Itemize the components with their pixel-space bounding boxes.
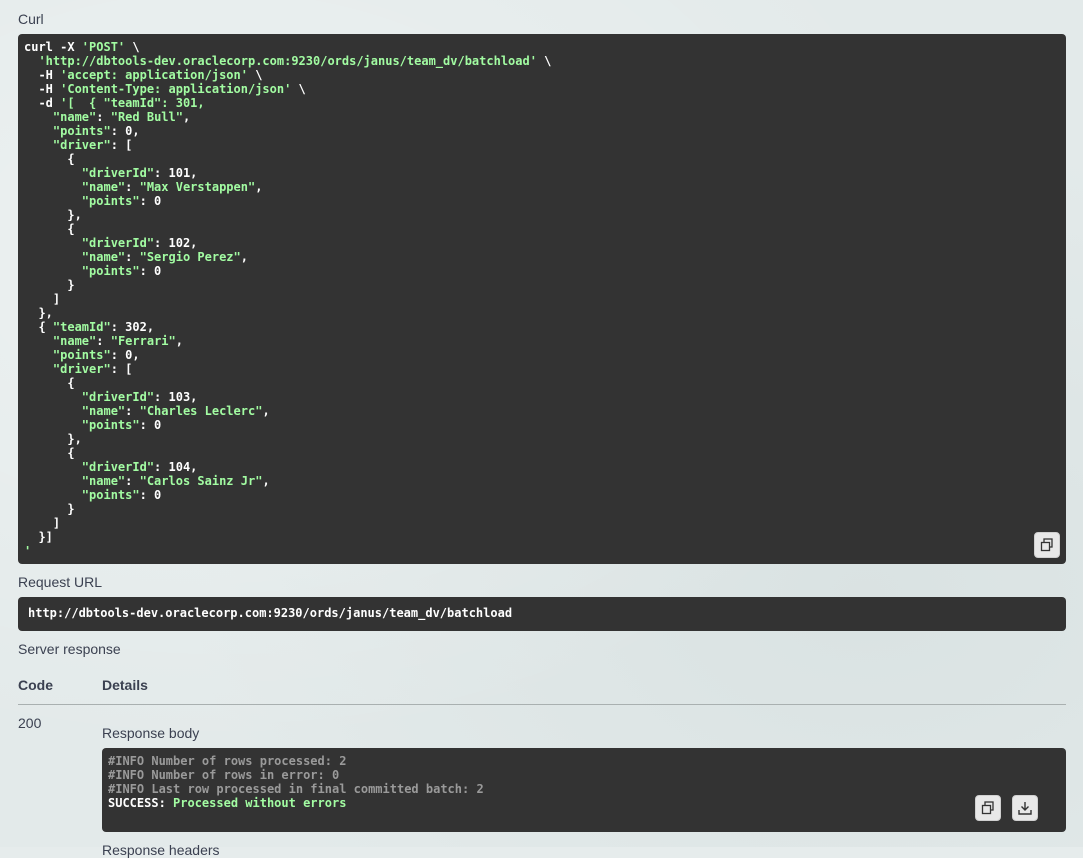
curl-line: "driverId": 103, (81, 390, 198, 404)
curl-line: "points": 0, (52, 124, 140, 138)
response-download-button[interactable] (1012, 795, 1038, 821)
curl-line: -H 'accept: application/json' \ (24, 68, 263, 82)
details-column-header: Details (102, 677, 148, 693)
success-message: Processed without errors (173, 796, 347, 810)
curl-line: curl -X 'POST' \ (24, 40, 140, 54)
server-response-label: Server response (18, 641, 121, 657)
response-headers-label: Response headers (102, 842, 220, 858)
curl-line: "driverId": 102, (81, 236, 198, 250)
curl-line: "name": "Sergio Perez", (81, 250, 248, 264)
request-url-value[interactable]: http://dbtools-dev.oraclecorp.com:9230/o… (18, 597, 1066, 631)
curl-line: { (24, 222, 75, 236)
curl-line: }, (24, 208, 82, 222)
copy-icon (981, 801, 995, 815)
response-copy-button[interactable] (975, 795, 1001, 821)
curl-line: "name": "Carlos Sainz Jr", (81, 474, 270, 488)
curl-line: "name": "Ferrari", (52, 334, 183, 348)
curl-line: ] (24, 516, 61, 530)
curl-line: "driver": [ (52, 138, 133, 152)
info-line: #INFO Number of rows processed: 2 (108, 754, 347, 768)
download-icon (1017, 800, 1033, 816)
curl-line: "name": "Max Verstappen", (81, 180, 263, 194)
curl-line: { (24, 446, 75, 460)
curl-line: }, (24, 306, 53, 320)
curl-line: "points": 0 (81, 194, 162, 208)
response-body-label: Response body (102, 725, 200, 741)
curl-line: ' (24, 544, 32, 558)
response-code: 200 (18, 715, 42, 731)
curl-line: ] (24, 292, 61, 306)
curl-line: { "teamId": 302, (24, 320, 155, 334)
curl-line: "name": "Red Bull", (52, 110, 191, 124)
curl-line: "name": "Charles Leclerc", (81, 404, 270, 418)
curl-line: } (24, 278, 75, 292)
curl-line: } (24, 502, 75, 516)
curl-line: "driverId": 104, (81, 460, 198, 474)
response-body-block[interactable]: #INFO Number of rows processed: 2 #INFO … (102, 748, 1066, 832)
curl-line: "points": 0 (81, 264, 162, 278)
curl-line: "points": 0 (81, 418, 162, 432)
curl-line: }, (24, 432, 82, 446)
curl-line: }] (24, 530, 53, 544)
curl-code-block[interactable]: curl -X 'POST' \ 'http://dbtools-dev.ora… (18, 34, 1066, 564)
request-url-label: Request URL (18, 574, 103, 590)
curl-line: -H 'Content-Type: application/json' \ (24, 82, 306, 96)
curl-line: 'http://dbtools-dev.oraclecorp.com:9230/… (38, 54, 552, 68)
header-divider (18, 704, 1066, 705)
curl-line: { (24, 376, 75, 390)
success-prefix: SUCCESS: (108, 796, 166, 810)
info-line: #INFO Last row processed in final commit… (108, 782, 484, 796)
curl-line: "points": 0 (81, 488, 162, 502)
curl-line: "points": 0, (52, 348, 140, 362)
info-line: #INFO Number of rows in error: 0 (108, 768, 340, 782)
curl-line: -d '[ { "teamId": 301, (24, 96, 205, 110)
curl-copy-button[interactable] (1034, 532, 1060, 558)
curl-label: Curl (18, 11, 44, 27)
code-column-header: Code (18, 677, 53, 693)
curl-line: "driverId": 101, (81, 166, 198, 180)
copy-icon (1040, 538, 1054, 552)
curl-line: { (24, 152, 75, 166)
curl-line: "driver": [ (52, 362, 133, 376)
